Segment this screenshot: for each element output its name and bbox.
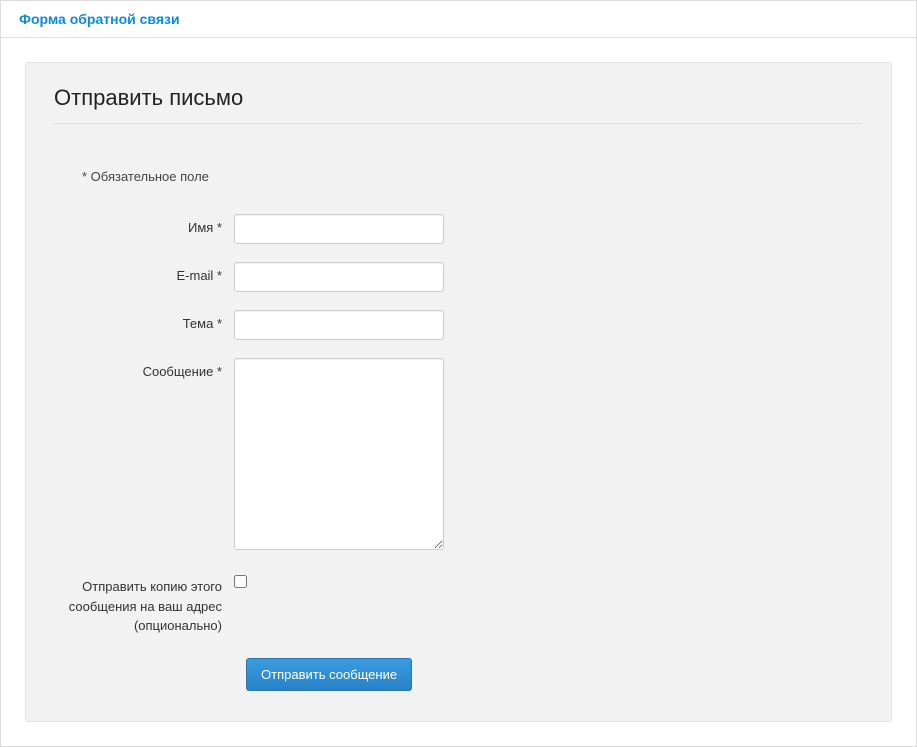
required-note: * Обязательное поле — [82, 169, 863, 184]
subject-label: Тема * — [54, 310, 234, 331]
header-bar: Форма обратной связи — [1, 1, 916, 38]
form-panel: Отправить письмо * Обязательное поле Имя… — [25, 62, 892, 722]
feedback-form-link[interactable]: Форма обратной связи — [19, 11, 180, 27]
form-row-copy: Отправить копию этого сообщения на ваш а… — [54, 571, 863, 636]
content-wrap: Отправить письмо * Обязательное поле Имя… — [1, 38, 916, 746]
copy-label: Отправить копию этого сообщения на ваш а… — [54, 571, 234, 636]
copy-checkbox[interactable] — [234, 575, 247, 588]
panel-title: Отправить письмо — [54, 85, 863, 124]
submit-button[interactable]: Отправить сообщение — [246, 658, 412, 691]
name-label: Имя * — [54, 214, 234, 235]
email-input[interactable] — [234, 262, 444, 292]
form-row-message: Сообщение * — [54, 358, 863, 553]
form-row-name: Имя * — [54, 214, 863, 244]
message-textarea[interactable] — [234, 358, 444, 550]
form-row-subject: Тема * — [54, 310, 863, 340]
subject-input[interactable] — [234, 310, 444, 340]
name-input[interactable] — [234, 214, 444, 244]
form-row-email: E-mail * — [54, 262, 863, 292]
message-label: Сообщение * — [54, 358, 234, 379]
email-label: E-mail * — [54, 262, 234, 283]
submit-row: Отправить сообщение — [246, 658, 863, 691]
page-container: Форма обратной связи Отправить письмо * … — [0, 0, 917, 747]
